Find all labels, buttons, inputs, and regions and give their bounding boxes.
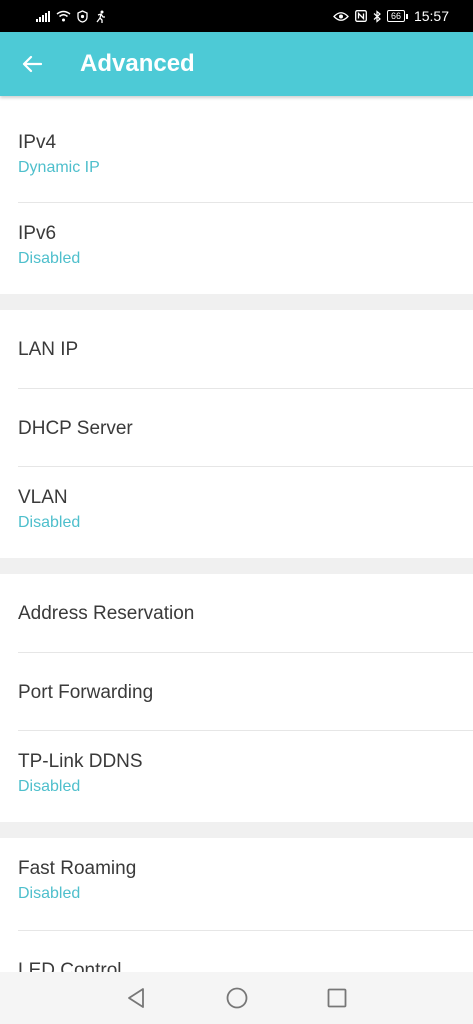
circle-home-icon	[226, 987, 247, 1009]
section-system: Fast Roaming Disabled LED Control	[0, 838, 473, 972]
running-icon	[96, 10, 105, 23]
list-item-vlan[interactable]: VLAN Disabled	[18, 466, 473, 558]
item-label: IPv6	[18, 223, 57, 244]
item-label: VLAN	[18, 487, 68, 508]
section-divider	[0, 294, 473, 310]
item-label: Fast Roaming	[18, 858, 137, 879]
status-time: 15:57	[413, 8, 449, 24]
status-right: 66 15:57	[333, 8, 449, 24]
section-nat: Address Reservation Port Forwarding TP-L…	[0, 574, 473, 822]
app-bar: Advanced	[0, 32, 473, 96]
item-label: IPv4	[18, 132, 57, 153]
list-item-led-control[interactable]: LED Control	[18, 930, 473, 972]
nav-back-button[interactable]	[122, 983, 152, 1013]
system-nav-bar	[0, 972, 473, 1024]
item-label: Address Reservation	[18, 603, 195, 624]
item-value: Disabled	[18, 778, 81, 795]
item-value: Disabled	[18, 514, 81, 531]
triangle-back-icon	[127, 988, 144, 1008]
bluetooth-icon	[373, 9, 381, 23]
section-divider	[0, 822, 473, 838]
list-item-lan-ip[interactable]: LAN IP	[18, 310, 473, 388]
section-divider	[0, 558, 473, 574]
wifi-icon	[56, 10, 71, 22]
item-label: Port Forwarding	[18, 682, 154, 703]
square-recents-icon	[327, 988, 346, 1008]
arrow-left-icon	[22, 55, 42, 73]
signal-icon	[36, 10, 50, 22]
item-value: Dynamic IP	[18, 159, 100, 176]
item-label: LAN IP	[18, 339, 79, 360]
item-value: Disabled	[18, 250, 81, 267]
list-item-port-forwarding[interactable]: Port Forwarding	[18, 652, 473, 730]
section-lan: LAN IP DHCP Server VLAN Disabled	[0, 310, 473, 558]
item-value: Disabled	[18, 885, 81, 902]
list-item-dhcp-server[interactable]: DHCP Server	[18, 388, 473, 466]
status-bar: 66 15:57	[0, 0, 473, 32]
battery-icon: 66	[386, 10, 408, 22]
back-button[interactable]	[0, 32, 64, 96]
settings-list: IPv4 Dynamic IP IPv6 Disabled LAN IP DHC…	[0, 96, 473, 972]
list-item-fast-roaming[interactable]: Fast Roaming Disabled	[18, 838, 473, 930]
list-item-tplink-ddns[interactable]: TP-Link DDNS Disabled	[18, 730, 473, 822]
nav-recents-button[interactable]	[322, 983, 352, 1013]
battery-level: 66	[386, 10, 405, 22]
status-left	[36, 9, 107, 23]
page-title: Advanced	[80, 50, 195, 77]
item-label: LED Control	[18, 960, 122, 972]
item-label: TP-Link DDNS	[18, 751, 143, 772]
nav-home-button[interactable]	[222, 983, 252, 1013]
list-item-ipv6[interactable]: IPv6 Disabled	[18, 202, 473, 294]
section-wan: IPv4 Dynamic IP IPv6 Disabled	[0, 96, 473, 294]
eye-icon	[333, 11, 349, 21]
item-label: DHCP Server	[18, 418, 133, 439]
list-item-ipv4[interactable]: IPv4 Dynamic IP	[18, 96, 473, 202]
list-item-address-reservation[interactable]: Address Reservation	[18, 574, 473, 652]
nfc-icon	[354, 10, 367, 22]
shield-icon	[77, 9, 88, 23]
